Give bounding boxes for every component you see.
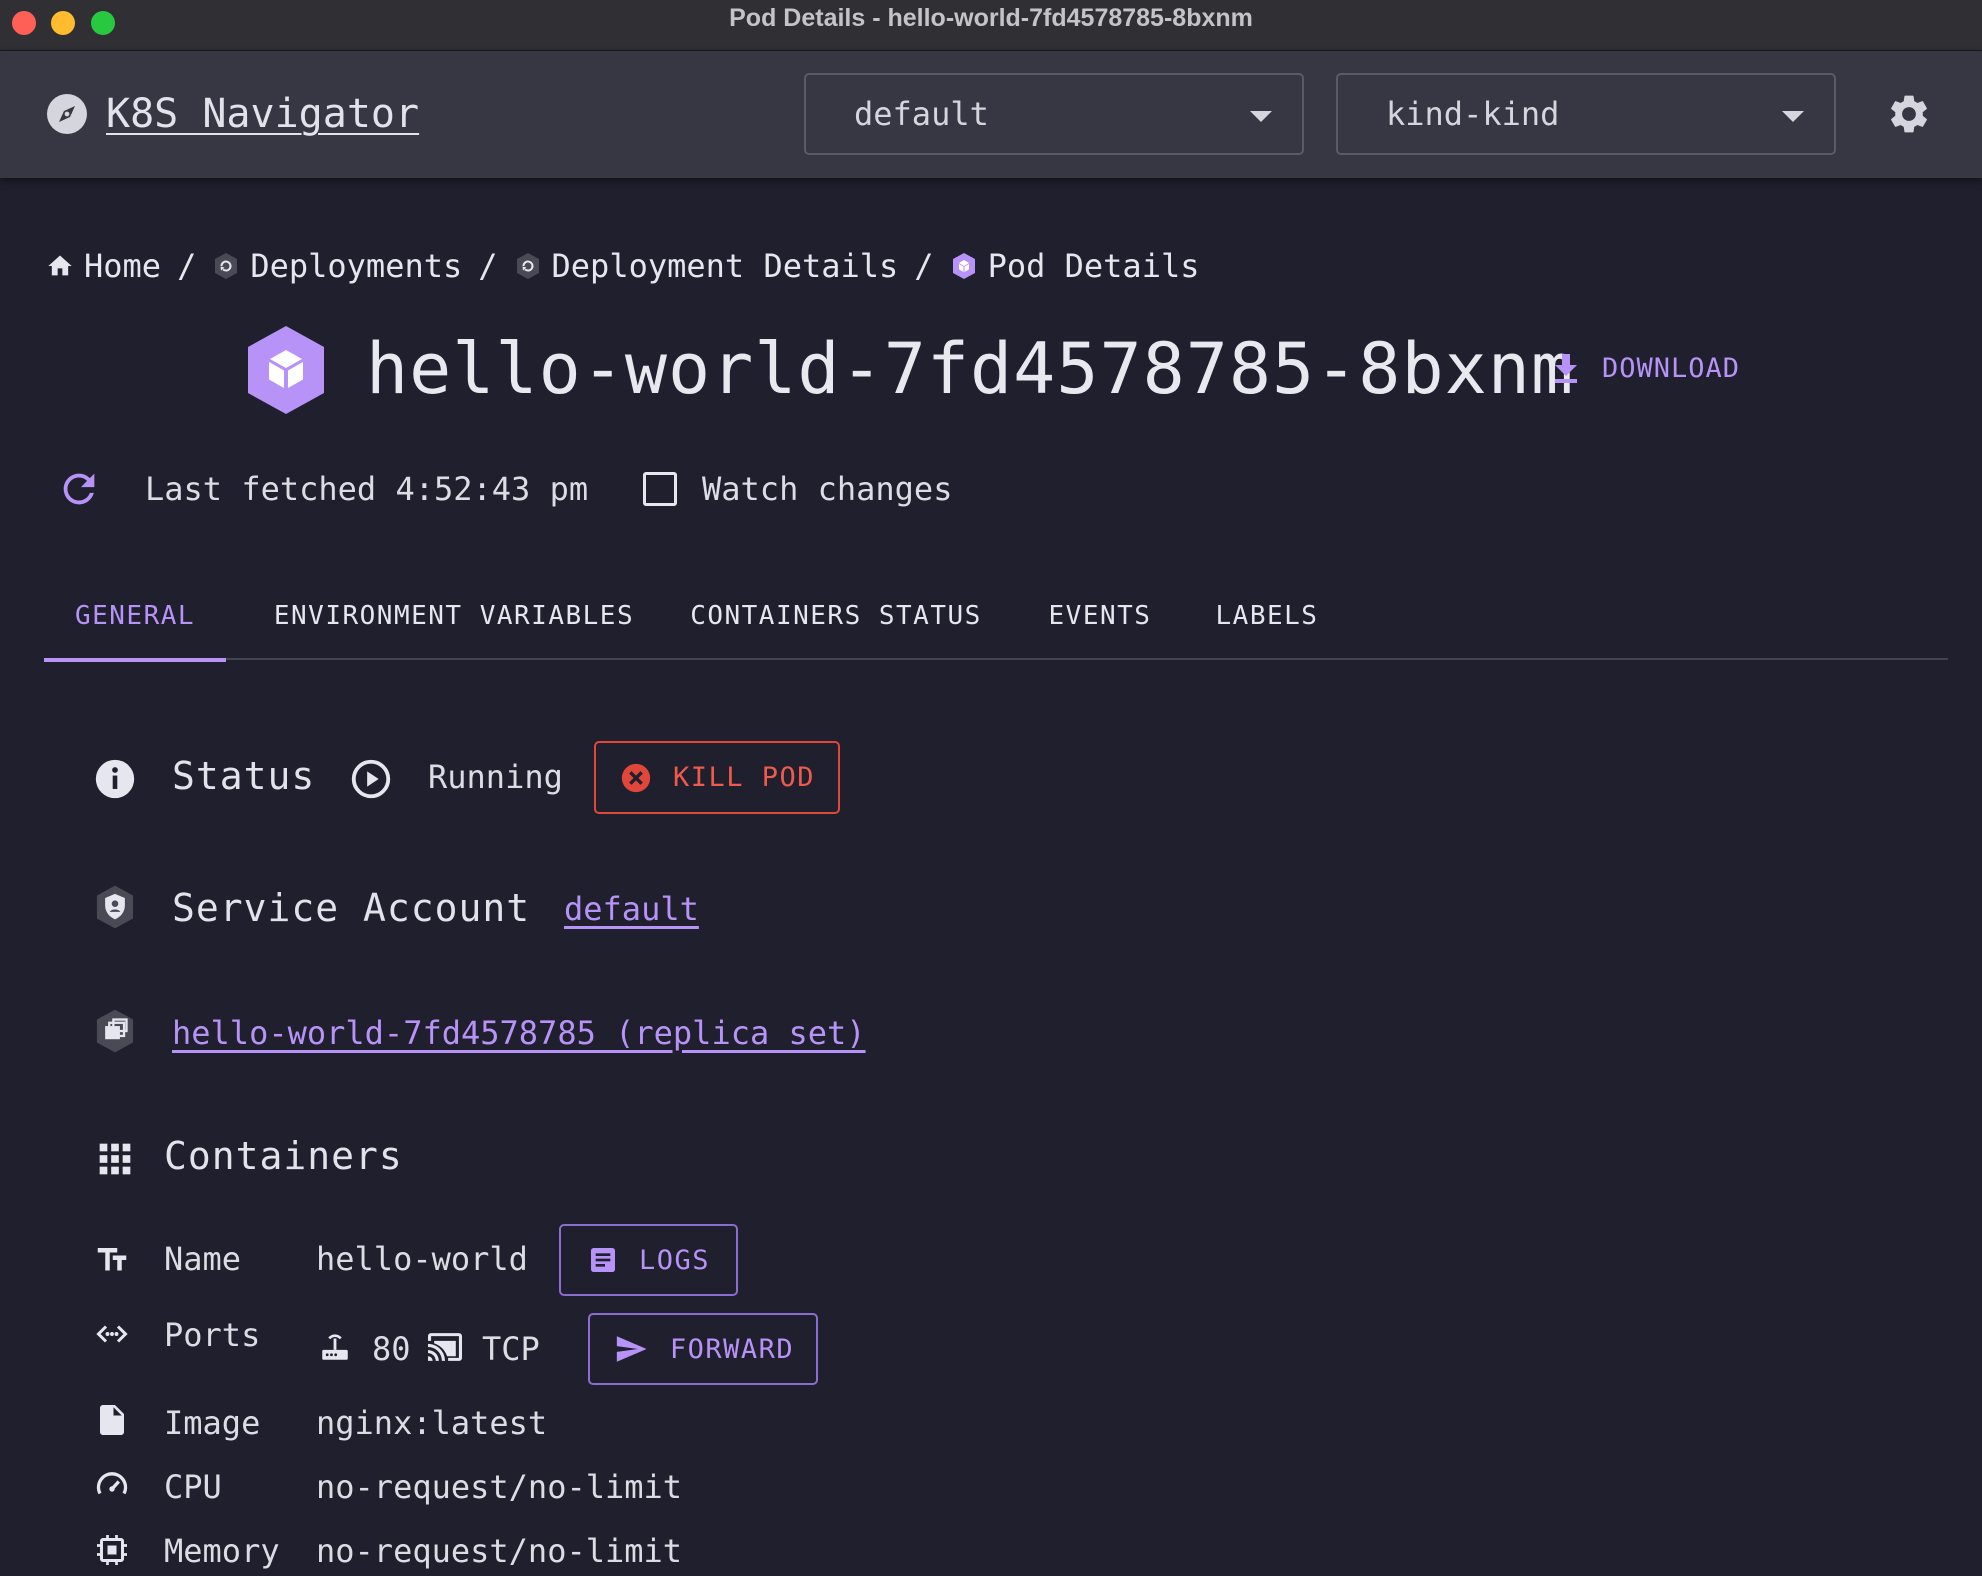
kill-pod-button[interactable]: KILL POD (594, 741, 840, 814)
apps-grid-icon (99, 1143, 131, 1175)
page-title: hello-world-7fd4578785-8bxnm (366, 328, 1575, 410)
logs-label: LOGS (638, 1244, 711, 1276)
cpu-label: CPU (164, 1468, 222, 1506)
breadcrumb-deployment-details[interactable]: Deployment Details (514, 247, 899, 285)
containers-heading: Containers (164, 1134, 403, 1178)
forward-label: FORWARD (669, 1333, 795, 1365)
tab-environment-variables[interactable]: ENVIRONMENT VARIABLES (258, 572, 650, 660)
cancel-icon (621, 763, 651, 792)
image-label: Image (164, 1404, 261, 1442)
tab-events[interactable]: EVENTS (1034, 572, 1166, 660)
tab-containers-status[interactable]: CONTAINERS STATUS (676, 572, 996, 660)
tab-bar: GENERAL ENVIRONMENT VARIABLES CONTAINERS… (44, 572, 1948, 662)
file-icon (100, 1405, 124, 1435)
image-value: nginx:latest (316, 1404, 548, 1442)
breadcrumb-pod-details: Pod Details (950, 247, 1200, 285)
forward-button[interactable]: FORWARD (588, 1313, 818, 1385)
breadcrumb-deployments-label: Deployments (250, 247, 463, 285)
send-icon (616, 1336, 647, 1362)
breadcrumb: Home / Deployments / Deployment Details … (46, 244, 1199, 288)
home-icon (48, 255, 72, 276)
status-value: Running (428, 758, 563, 796)
text-fields-icon (97, 1248, 127, 1271)
brand-title: K8S Navigator (106, 91, 420, 137)
gear-icon[interactable] (1886, 91, 1932, 137)
compass-icon (47, 94, 87, 134)
window-title: Pod Details - hello-world-7fd4578785-8bx… (729, 4, 1253, 32)
deployment-icon (215, 253, 238, 279)
caret-down-icon (1250, 111, 1272, 122)
deployment-icon (516, 253, 539, 279)
breadcrumb-separator: / (914, 247, 934, 285)
breadcrumb-deployment-details-label: Deployment Details (551, 247, 899, 285)
breadcrumb-home-label: Home (84, 247, 162, 285)
refresh-icon[interactable] (56, 466, 102, 512)
tab-general[interactable]: GENERAL (44, 572, 226, 662)
container-name-label: Name (164, 1240, 242, 1278)
service-account-label: Service Account (172, 886, 531, 930)
download-icon (1555, 354, 1577, 383)
breadcrumb-pod-details-label: Pod Details (987, 247, 1200, 285)
info-icon (95, 759, 135, 799)
cast-icon (428, 1333, 462, 1361)
port-protocol: TCP (482, 1330, 540, 1368)
context-select[interactable]: kind-kind (1336, 73, 1836, 155)
brand-link[interactable]: K8S Navigator (46, 89, 419, 139)
download-button[interactable]: DOWNLOAD (1552, 346, 1740, 390)
document-lines-icon (590, 1248, 615, 1272)
status-label: Status (172, 754, 316, 798)
pod-icon (248, 326, 324, 414)
watch-changes-label[interactable]: Watch changes (702, 470, 952, 508)
ports-label: Ports (164, 1316, 261, 1354)
download-label: DOWNLOAD (1602, 352, 1741, 384)
speedometer-icon (96, 1472, 128, 1495)
logs-button[interactable]: LOGS (559, 1224, 738, 1296)
breadcrumb-separator: / (478, 247, 498, 285)
code-arrows-icon (96, 1325, 128, 1343)
namespace-select-value: default (854, 95, 989, 133)
memory-chip-icon (97, 1535, 127, 1565)
play-circle-icon (351, 759, 391, 799)
watch-changes-checkbox[interactable] (643, 472, 677, 506)
breadcrumb-deployments[interactable]: Deployments (212, 247, 462, 285)
port-number: 80 (372, 1330, 411, 1368)
router-icon (322, 1334, 348, 1360)
memory-label: Memory (164, 1532, 280, 1570)
caret-down-icon (1782, 111, 1804, 122)
replica-set-icon (96, 1009, 134, 1053)
breadcrumb-home[interactable]: Home (46, 247, 161, 285)
container-name-value: hello-world (316, 1240, 528, 1278)
memory-value: no-request/no-limit (316, 1532, 683, 1570)
kill-pod-label: KILL POD (672, 762, 816, 793)
service-account-link[interactable]: default (564, 890, 699, 928)
pod-icon (952, 253, 975, 279)
service-account-icon (96, 885, 134, 929)
tab-labels[interactable]: LABELS (1202, 572, 1332, 660)
replica-set-link[interactable]: hello-world-7fd4578785 (replica set) (172, 1014, 866, 1052)
context-select-value: kind-kind (1386, 95, 1560, 133)
breadcrumb-separator: / (177, 247, 197, 285)
last-fetched-text: Last fetched 4:52:43 pm (145, 470, 589, 508)
cpu-value: no-request/no-limit (316, 1468, 683, 1506)
window-titlebar: Pod Details - hello-world-7fd4578785-8bx… (0, 0, 1982, 51)
namespace-select[interactable]: default (804, 73, 1304, 155)
app-bar: K8S Navigator default kind-kind (0, 51, 1982, 178)
